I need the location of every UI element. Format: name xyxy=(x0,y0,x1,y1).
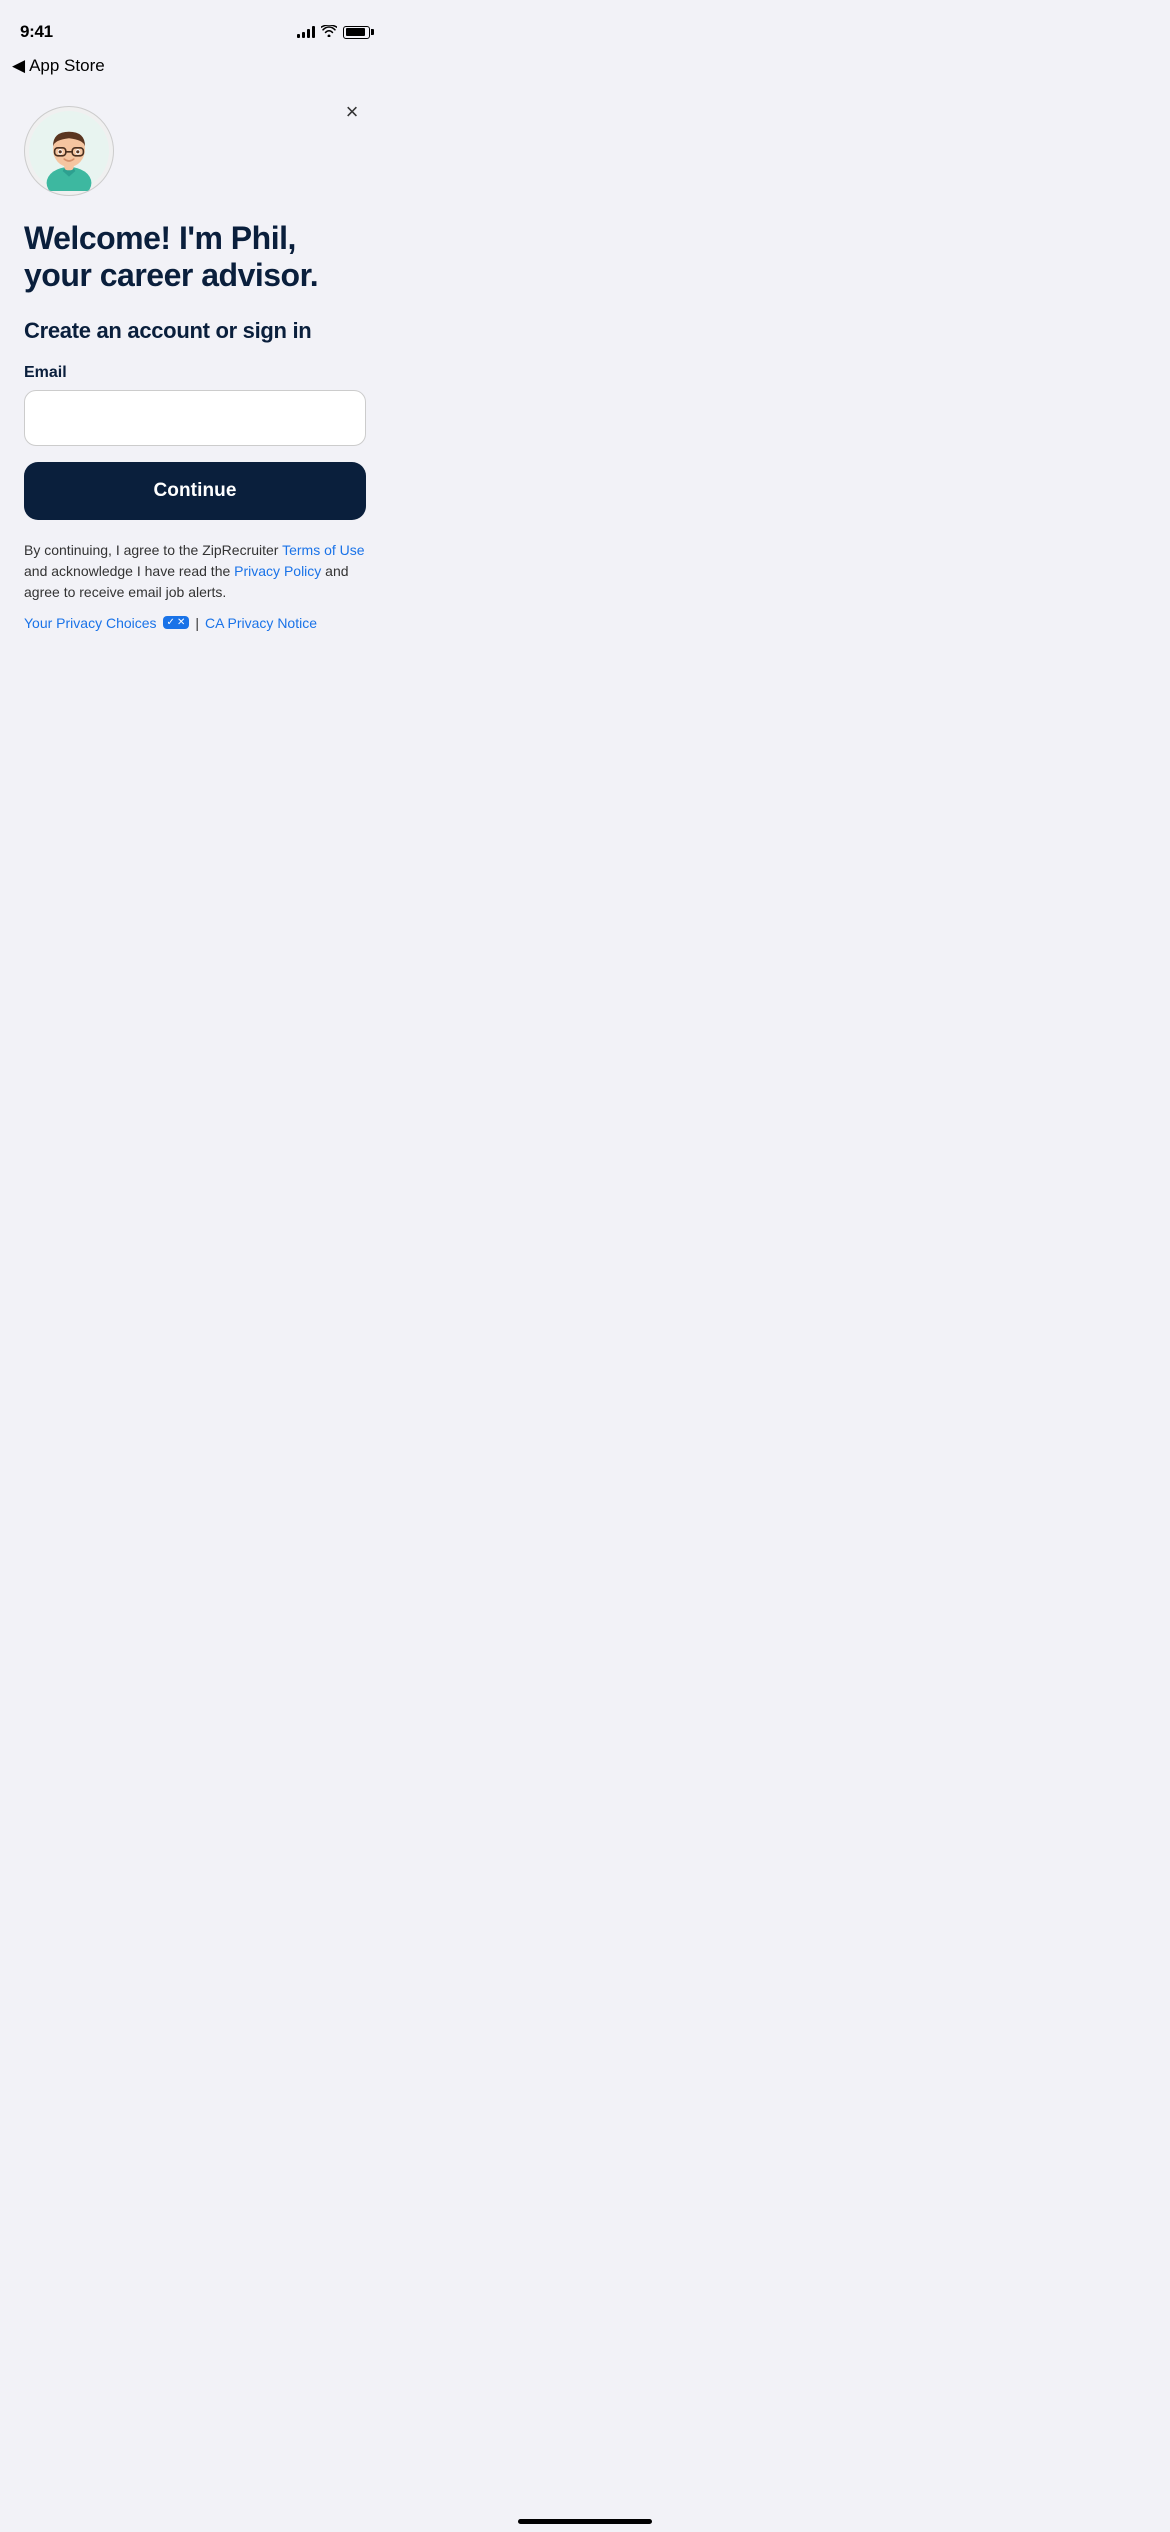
battery-icon xyxy=(343,26,370,39)
privacy-separator: | xyxy=(195,615,199,631)
status-time: 9:41 xyxy=(20,22,53,42)
wifi-icon xyxy=(321,25,337,40)
main-content: Welcome! I'm Phil, your career advisor. … xyxy=(0,82,390,663)
email-input[interactable] xyxy=(24,390,366,446)
status-icons xyxy=(297,25,370,40)
home-indicator xyxy=(518,2519,652,2524)
back-arrow-icon: ◀ xyxy=(12,56,25,76)
back-label: App Store xyxy=(29,56,105,76)
privacy-badge-x-icon: ✕ xyxy=(177,617,185,628)
privacy-badge-icon: ✓ ✕ xyxy=(163,616,190,629)
signal-icon xyxy=(297,26,315,38)
continue-button[interactable]: Continue xyxy=(24,462,366,520)
your-privacy-choices-link[interactable]: Your Privacy Choices xyxy=(24,615,157,631)
nav-bar: ◀ App Store xyxy=(0,50,390,82)
legal-text: By continuing, I agree to the ZipRecruit… xyxy=(24,540,366,603)
back-button[interactable]: ◀ App Store xyxy=(12,56,105,76)
welcome-heading: Welcome! I'm Phil, your career advisor. xyxy=(24,220,366,294)
legal-after-terms: and acknowledge I have read the xyxy=(24,563,234,579)
privacy-badge-check-icon: ✓ xyxy=(167,617,175,628)
email-label: Email xyxy=(24,364,366,382)
sub-heading: Create an account or sign in xyxy=(24,318,366,344)
close-button[interactable]: × xyxy=(336,96,368,128)
privacy-policy-link[interactable]: Privacy Policy xyxy=(234,563,321,579)
privacy-row: Your Privacy Choices ✓ ✕ | CA Privacy No… xyxy=(24,615,366,631)
terms-of-use-link[interactable]: Terms of Use xyxy=(282,542,364,558)
ca-privacy-notice-link[interactable]: CA Privacy Notice xyxy=(205,615,317,631)
avatar xyxy=(24,106,114,196)
legal-before-terms: By continuing, I agree to the ZipRecruit… xyxy=(24,542,282,558)
status-bar: 9:41 xyxy=(0,0,390,50)
